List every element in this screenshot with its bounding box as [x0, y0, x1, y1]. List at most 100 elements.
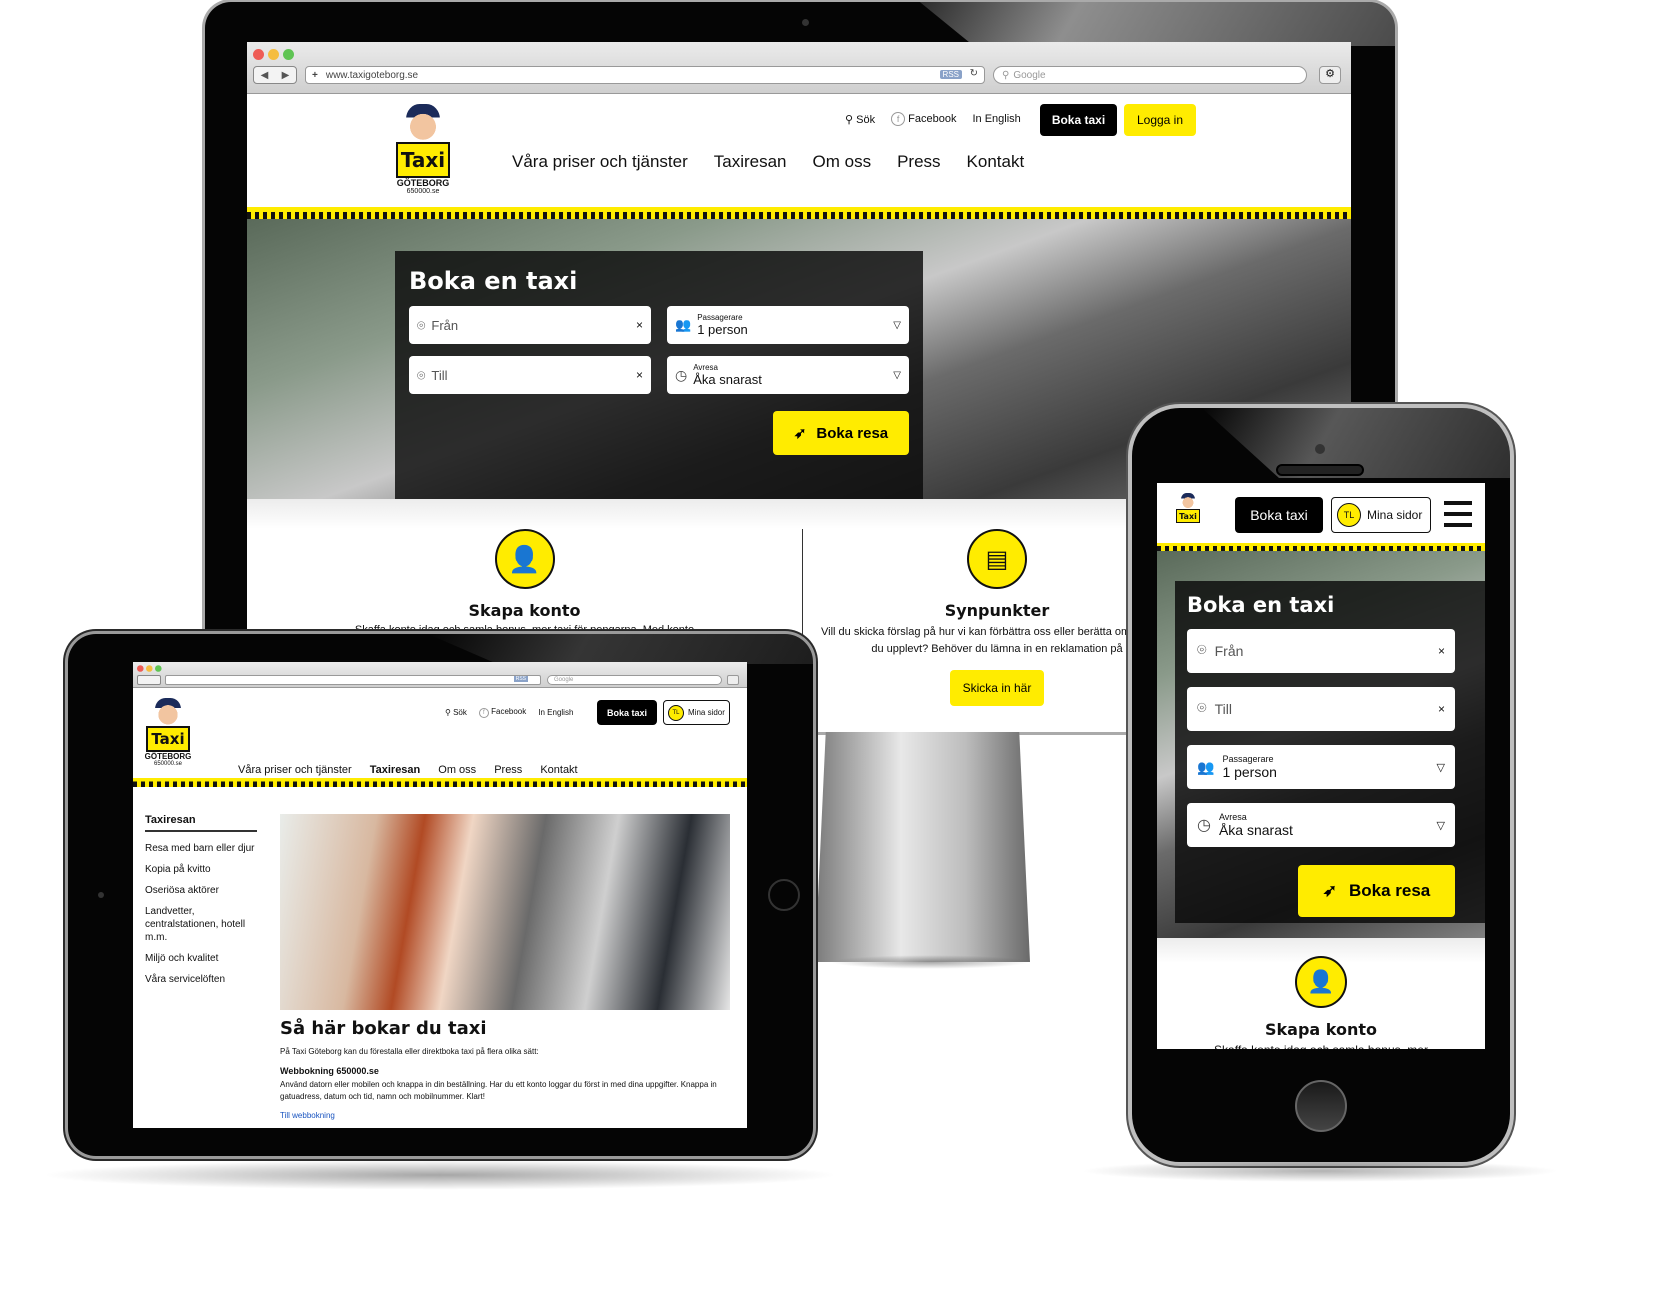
- back-arrow-icon[interactable]: ◀: [261, 70, 269, 81]
- clear-to-icon[interactable]: ×: [1438, 702, 1445, 716]
- close-window-button[interactable]: [253, 49, 264, 60]
- chevron-down-icon: ▽: [1436, 761, 1445, 774]
- settings-gear-icon[interactable]: [727, 675, 739, 685]
- mina-sidor-button[interactable]: TL Mina sidor: [663, 700, 730, 725]
- maximize-window-button[interactable]: [155, 665, 162, 672]
- phone-shadow: [1080, 1160, 1560, 1182]
- nav-item-taxiresan[interactable]: Taxiresan: [370, 764, 421, 776]
- clock-icon: ◷: [1197, 817, 1211, 834]
- clear-from-icon[interactable]: ×: [636, 318, 643, 332]
- nav-item-om-oss[interactable]: Om oss: [813, 152, 872, 172]
- boka-taxi-button[interactable]: Boka taxi: [1235, 497, 1323, 533]
- rss-badge[interactable]: RSS: [939, 70, 962, 79]
- sidebar-item[interactable]: Våra servicelöften: [145, 973, 257, 986]
- facebook-link[interactable]: f Facebook: [478, 707, 526, 718]
- search-icon: ⚲: [445, 708, 454, 717]
- search-placeholder: Google: [554, 677, 574, 683]
- logga-in-button[interactable]: Logga in: [1124, 104, 1196, 136]
- forward-arrow-icon[interactable]: ▶: [282, 70, 290, 81]
- logo-phone: 650000.se: [153, 761, 183, 767]
- settings-gear-icon[interactable]: ⚙: [1319, 66, 1341, 84]
- boka-resa-button[interactable]: ➶ Boka resa: [773, 411, 909, 455]
- people-icon: 👥: [675, 317, 692, 332]
- in-english-link[interactable]: In English: [972, 113, 1020, 125]
- user-icon: 👤: [494, 529, 555, 589]
- driver-mascot-icon: [406, 104, 440, 142]
- nav-item-priser[interactable]: Våra priser och tjänster: [512, 152, 688, 172]
- taxi-goteborg-logo[interactable]: Taxi: [1173, 493, 1203, 523]
- minimize-window-button[interactable]: [268, 49, 279, 60]
- people-icon: 👥: [1197, 758, 1215, 775]
- article: Så här bokar du taxi På Taxi Göteborg ka…: [280, 1018, 730, 1120]
- boka-resa-button[interactable]: ➶ Boka resa: [1298, 865, 1455, 917]
- passengers-select[interactable]: 👥 Passagerare 1 person ▽: [667, 306, 909, 344]
- taxi-goteborg-logo[interactable]: Taxi GÖTEBORG 650000.se: [393, 104, 453, 195]
- webbokning-link[interactable]: Till webbokning: [280, 1111, 730, 1120]
- tablet-screen: RSS Google Taxi GÖTEBORG 650000.se ⚲ Sök…: [133, 662, 747, 1128]
- reload-icon[interactable]: ↻: [970, 68, 978, 79]
- departure-select[interactable]: ◷ Avresa Åka snarast ▽: [667, 356, 909, 394]
- nav-item-om-oss[interactable]: Om oss: [438, 764, 476, 776]
- clear-to-icon[interactable]: ×: [636, 368, 643, 382]
- to-input[interactable]: ⌾ Till ×: [1187, 687, 1455, 731]
- sidebar-item[interactable]: Kopia på kvitto: [145, 863, 257, 876]
- nav-item-taxiresan[interactable]: Taxiresan: [714, 152, 787, 172]
- mina-sidor-button[interactable]: TL Mina sidor: [1331, 497, 1431, 533]
- user-icon: 👤: [1295, 956, 1347, 1008]
- hamburger-menu-icon[interactable]: [1444, 501, 1472, 527]
- nav-item-priser[interactable]: Våra priser och tjänster: [238, 764, 352, 776]
- from-input[interactable]: ⌾ Från ×: [1187, 629, 1455, 673]
- logo-city: GÖTEBORG: [144, 752, 192, 761]
- address-bar[interactable]: + www.taxigoteborg.se RSS ↻: [305, 66, 985, 84]
- nav-item-kontakt[interactable]: Kontakt: [540, 764, 577, 776]
- sidebar-item[interactable]: Resa med barn eller djur: [145, 842, 257, 855]
- back-forward-buttons[interactable]: [137, 675, 161, 685]
- sidebar-item[interactable]: Miljö och kvalitet: [145, 952, 257, 965]
- passengers-label: Passagerare: [1222, 754, 1274, 764]
- nav-item-kontakt[interactable]: Kontakt: [967, 152, 1025, 172]
- article-subheading: Webbokning 650000.se: [280, 1066, 379, 1076]
- nav-item-press[interactable]: Press: [897, 152, 940, 172]
- booking-panel: Boka en taxi ⌾ Från × ⌾ Till × 👥 Passage…: [1175, 581, 1485, 923]
- phone-screen: Taxi Boka taxi TL Mina sidor Boka en tax…: [1157, 483, 1485, 1049]
- sidebar-item[interactable]: Oseriösa aktörer: [145, 884, 257, 897]
- browser-chrome: ◀ ▶ + www.taxigoteborg.se RSS ↻ ⚲ Google ⚙: [247, 42, 1351, 94]
- minimize-window-button[interactable]: [146, 665, 153, 672]
- to-input[interactable]: ⌾ Till ×: [409, 356, 651, 394]
- phone-camera: [1315, 444, 1325, 454]
- in-english-link[interactable]: In English: [538, 708, 573, 717]
- departure-select[interactable]: ◷ Avresa Åka snarast ▽: [1187, 803, 1455, 847]
- search-field[interactable]: Google: [547, 675, 722, 685]
- taxi-goteborg-logo[interactable]: Taxi GÖTEBORG 650000.se: [143, 698, 193, 767]
- tablet-home-button[interactable]: [768, 879, 800, 911]
- add-tab-icon[interactable]: +: [312, 70, 318, 81]
- search-link[interactable]: ⚲ Sök: [845, 113, 875, 126]
- phone-home-button[interactable]: [1295, 1080, 1347, 1132]
- passengers-select[interactable]: 👥 Passagerare 1 person ▽: [1187, 745, 1455, 789]
- passengers-value: 1 person: [1222, 764, 1277, 780]
- nav-item-press[interactable]: Press: [494, 764, 522, 776]
- address-bar[interactable]: RSS: [165, 675, 541, 685]
- boka-taxi-button[interactable]: Boka taxi: [597, 700, 657, 725]
- skicka-in-har-button[interactable]: Skicka in här: [950, 670, 1044, 706]
- card-skapa-konto: 👤 Skapa konto Skaffa konto idag och saml…: [247, 529, 802, 636]
- maximize-window-button[interactable]: [283, 49, 294, 60]
- facebook-link[interactable]: f Facebook: [891, 112, 956, 126]
- close-window-button[interactable]: [137, 665, 144, 672]
- checker-stripe: [247, 207, 1351, 219]
- article-title: Så här bokar du taxi: [280, 1018, 487, 1039]
- facebook-icon: f: [891, 112, 906, 126]
- to-placeholder: Till: [431, 367, 448, 383]
- boka-taxi-button[interactable]: Boka taxi: [1040, 104, 1117, 136]
- departure-value: Åka snarast: [693, 372, 762, 387]
- search-placeholder: Google: [1013, 69, 1046, 81]
- clear-from-icon[interactable]: ×: [1438, 644, 1445, 658]
- from-input[interactable]: ⌾ Från ×: [409, 306, 651, 344]
- back-forward-buttons[interactable]: ◀ ▶: [253, 66, 297, 84]
- site-header: Taxi GÖTEBORG 650000.se ⚲ Sök f Facebook…: [247, 94, 1351, 207]
- rss-badge[interactable]: RSS: [513, 676, 528, 682]
- search-field[interactable]: ⚲ Google: [993, 66, 1307, 84]
- sidebar-item[interactable]: Landvetter, centralstationen, hotell m.m…: [145, 905, 257, 944]
- search-link[interactable]: ⚲ Sök: [445, 708, 467, 717]
- utility-nav: ⚲ Sök f Facebook In English: [445, 707, 573, 718]
